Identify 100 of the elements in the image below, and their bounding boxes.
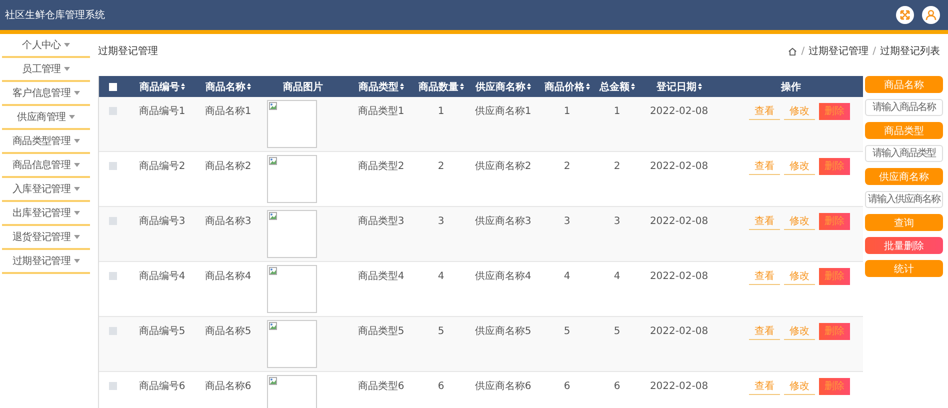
table-cell: 3: [614, 216, 620, 226]
filter-label: 商品名称: [865, 76, 943, 93]
sidebar-item[interactable]: 退货登记管理: [2, 226, 90, 250]
cross-arrows-icon: [899, 9, 911, 21]
table-cell-text: 商品编号6: [138, 380, 186, 393]
fullscreen-button[interactable]: [896, 6, 914, 24]
table-cell-text: 商品名称2: [204, 160, 252, 173]
row-checkbox[interactable]: [109, 107, 117, 115]
column-header[interactable]: 操作: [781, 80, 801, 94]
table-cell: 4: [438, 270, 444, 282]
table-cell: 1: [564, 106, 570, 116]
table-cell: 1: [614, 106, 620, 116]
sort-icon[interactable]: [180, 83, 184, 90]
sidebar-item[interactable]: 商品类型管理: [2, 130, 90, 154]
table-cell-text: 商品类型2: [358, 160, 404, 173]
table-cell-text: 商品名称5: [204, 324, 252, 338]
table-cell: 3: [564, 216, 570, 226]
column-header[interactable]: 商品图片: [283, 80, 323, 94]
filter-label: 商品类型: [865, 122, 943, 139]
table-cell-text: 商品编号5: [138, 324, 186, 338]
table-cell-text: 商品编号2: [138, 160, 186, 173]
sort-icon[interactable]: [526, 83, 530, 90]
column-header[interactable]: 商品类型: [358, 80, 398, 94]
column-header[interactable]: 登记日期: [656, 80, 696, 94]
search-field[interactable]: 请输入商品名称: [865, 99, 943, 116]
table-cell-text: 商品编号3: [138, 214, 186, 228]
search-field[interactable]: 请输入商品类型: [865, 145, 943, 162]
select-all-checkbox[interactable]: [109, 82, 117, 90]
app-title: 社区生鲜仓库管理系统: [5, 8, 105, 22]
column-header[interactable]: 商品价格: [544, 80, 584, 94]
table-cell: 2022-02-08: [650, 326, 708, 336]
table-cell: 2022-02-08: [650, 106, 708, 116]
sidebar-item[interactable]: 个人中心: [2, 34, 90, 58]
breadcrumb-item[interactable]: 过期登记管理: [808, 44, 869, 58]
column-header[interactable]: 商品编号: [140, 80, 180, 94]
caret-icon: [64, 43, 70, 47]
page-title: 过期登记管理: [98, 44, 158, 58]
caret-icon: [74, 235, 80, 239]
sidebar-item[interactable]: 入库登记管理: [2, 178, 90, 202]
table-cell-text: 商品名称1: [204, 104, 252, 118]
row-checkbox[interactable]: [109, 327, 117, 335]
breadcrumb-separator: /: [872, 46, 877, 56]
sort-icon[interactable]: [630, 83, 634, 90]
row-checkbox[interactable]: [109, 162, 117, 170]
table-cell-text: 供应商名称5: [474, 324, 532, 338]
table-cell: 2022-02-08: [650, 216, 708, 226]
search-field[interactable]: 请输入供应商名称: [865, 191, 943, 208]
user-icon: [925, 9, 937, 21]
filter-label: 供应商名称: [865, 168, 943, 185]
column-header[interactable]: 总金额: [600, 80, 630, 94]
table-cell-text: 商品编号4: [138, 270, 186, 283]
sidebar-item[interactable]: 客户信息管理: [2, 82, 90, 106]
table-cell: 2022-02-08: [650, 380, 708, 392]
row-checkbox[interactable]: [109, 217, 117, 225]
table-cell-text: 商品类型5: [358, 324, 404, 338]
table-cell-text: 商品类型4: [358, 270, 404, 283]
caret-icon: [74, 187, 80, 191]
breadcrumb-item[interactable]: 过期登记列表: [880, 44, 940, 58]
sidebar-item[interactable]: 过期登记管理: [2, 250, 90, 274]
caret-icon: [74, 91, 80, 95]
row-checkbox[interactable]: [109, 272, 117, 280]
table-cell-text: 供应商名称6: [474, 380, 532, 393]
sort-icon[interactable]: [400, 83, 404, 90]
table-cell: 2: [614, 160, 620, 172]
caret-icon: [74, 163, 80, 167]
sidebar-item[interactable]: 员工管理: [2, 58, 90, 82]
sort-icon[interactable]: [586, 83, 590, 90]
table-cell-text: 商品名称4: [204, 270, 252, 283]
table-cell: 5: [564, 326, 570, 336]
column-header[interactable]: 商品名称: [206, 80, 246, 94]
row-checkbox[interactable]: [109, 382, 117, 390]
caret-icon: [74, 211, 80, 215]
sort-icon[interactable]: [698, 83, 702, 90]
table-cell: 1: [438, 106, 444, 116]
sidebar-item[interactable]: 商品信息管理: [2, 154, 90, 178]
table-cell-text: 供应商名称1: [474, 104, 532, 118]
table-cell-text: 商品类型1: [358, 104, 404, 118]
table-cell: 2022-02-08: [650, 160, 708, 172]
caret-icon: [64, 67, 70, 71]
table-cell: 3: [438, 216, 444, 226]
table-cell: 5: [614, 326, 620, 336]
table-cell-text: 商品类型3: [358, 214, 404, 228]
caret-icon: [68, 115, 75, 119]
table-cell: 6: [438, 380, 444, 392]
table-cell-text: 供应商名称3: [474, 214, 532, 228]
user-button[interactable]: [922, 6, 940, 24]
table-cell: 6: [614, 380, 620, 392]
table-cell: 6: [564, 380, 570, 392]
home-icon[interactable]: [788, 46, 798, 56]
sort-icon[interactable]: [460, 83, 464, 90]
table-cell: 2: [438, 160, 444, 172]
table-cell: 4: [564, 270, 570, 282]
column-header[interactable]: 商品数量: [418, 80, 458, 94]
table-cell: 2022-02-08: [650, 270, 708, 282]
sidebar-item[interactable]: 供应商管理: [2, 106, 90, 130]
sort-icon[interactable]: [246, 83, 250, 90]
sidebar-item[interactable]: 出库登记管理: [2, 202, 90, 226]
table-cell: 5: [438, 326, 444, 336]
column-header[interactable]: 供应商名称: [476, 80, 526, 94]
table-cell-text: 商品名称6: [204, 380, 252, 393]
